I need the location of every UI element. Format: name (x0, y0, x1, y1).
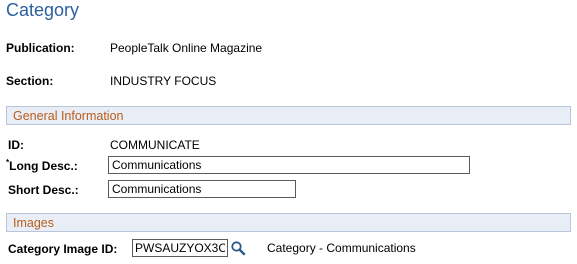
publication-value: PeopleTalk Online Magazine (110, 41, 263, 55)
short-desc-field[interactable] (108, 180, 296, 198)
magnifier-icon[interactable] (230, 240, 246, 256)
long-desc-label-text: Long Desc.: (9, 159, 78, 173)
page-title: Category (6, 0, 80, 20)
publication-label: Publication: (6, 41, 75, 55)
long-desc-field[interactable] (108, 156, 470, 174)
section-label: Section: (6, 74, 54, 88)
category-image-id-label: Category Image ID: (8, 242, 118, 256)
short-desc-label: Short Desc.: (8, 183, 79, 197)
general-information-header: General Information (6, 106, 571, 125)
category-image-description: Category - Communications (267, 241, 416, 255)
required-marker: * (6, 158, 10, 167)
section-value: INDUSTRY FOCUS (110, 74, 217, 88)
images-header: Images (6, 213, 571, 232)
category-image-id-field[interactable] (132, 239, 228, 257)
id-value: COMMUNICATE (110, 138, 200, 152)
long-desc-label: *Long Desc.: (6, 158, 78, 173)
id-label: ID: (8, 138, 24, 152)
images-title: Images (13, 216, 54, 230)
general-information-title: General Information (13, 109, 124, 123)
